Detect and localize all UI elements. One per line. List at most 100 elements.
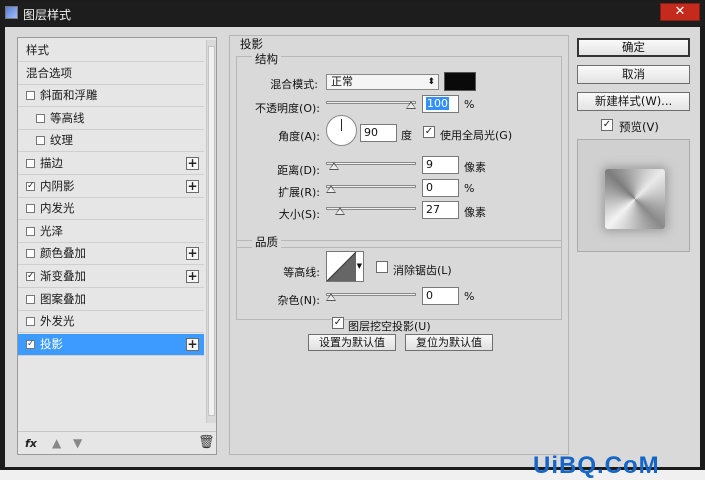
contour-picker[interactable]: ▼ [326, 251, 364, 282]
add-effect-icon[interactable]: + [186, 337, 199, 351]
knockout-checkbox[interactable]: ✓ [332, 317, 344, 329]
distance-slider[interactable] [326, 160, 416, 170]
noise-slider-knob[interactable] [326, 293, 336, 301]
spread-label: 扩展(R): [278, 186, 320, 199]
spread-input[interactable]: 0 [422, 179, 459, 197]
distance-slider-knob[interactable] [329, 162, 340, 170]
styles-list-scrollbar[interactable] [206, 40, 216, 423]
style-item[interactable]: 纹理 [18, 130, 204, 153]
style-item-checkbox[interactable] [26, 204, 35, 214]
style-item[interactable]: 图案叠加 [18, 289, 204, 311]
title-bar: 图层样式 ✕ [1, 1, 704, 26]
add-effect-icon[interactable]: + [186, 179, 199, 193]
preview-label: 预览(V) [619, 120, 659, 134]
cancel-button[interactable]: 取消 [577, 65, 690, 84]
shadow-color-swatch[interactable] [444, 72, 476, 91]
style-item[interactable]: 光泽 [18, 221, 204, 243]
watermark: UiBQ.CoM [533, 452, 660, 479]
add-effect-icon[interactable]: + [186, 270, 199, 283]
angle-dial[interactable] [326, 115, 357, 146]
style-item-checkbox[interactable] [26, 91, 35, 101]
dialog-body: 样式混合选项斜面和浮雕 等高线纹理描边 + ✓ 内阴影 + 内发光光泽 颜色叠加 + ✓ 渐变叠加 +… [5, 27, 700, 479]
blend-mode-select[interactable]: 正常 ⬍ [326, 74, 439, 90]
style-item[interactable]: 样式 [18, 40, 204, 62]
antialias-checkbox[interactable] [376, 261, 388, 273]
style-item[interactable]: ✓ 内阴影 + [18, 176, 204, 198]
style-item-checkbox[interactable] [26, 294, 35, 304]
style-item-checkbox[interactable] [26, 226, 35, 236]
styles-footer: fx ▲ ▼ 🗑 [18, 431, 216, 455]
trash-icon[interactable]: 🗑 [198, 435, 215, 450]
opacity-value: 100 [426, 97, 449, 110]
style-item-checkbox[interactable]: ✓ [26, 339, 35, 349]
style-item[interactable]: ✓ 投影 + [18, 333, 204, 356]
style-item[interactable]: ✓ 渐变叠加 + [18, 266, 204, 288]
style-item-label: 混合选项 [26, 65, 72, 80]
move-down-icon[interactable]: ▼ [73, 436, 82, 450]
styles-list: 样式混合选项斜面和浮雕 等高线纹理描边 + ✓ 内阴影 + 内发光光泽 颜色叠加 + ✓ 渐变叠加 +… [18, 38, 204, 423]
style-item[interactable]: 内发光 [18, 198, 204, 221]
blend-mode-label: 混合模式: [270, 78, 318, 91]
distance-input[interactable]: 9 [422, 156, 459, 174]
contour-dropdown-arrow-icon: ▼ [356, 262, 362, 270]
spread-slider[interactable] [326, 183, 416, 193]
style-item-checkbox[interactable] [26, 317, 35, 327]
size-slider[interactable] [326, 205, 416, 215]
style-item[interactable]: 混合选项 [18, 63, 204, 85]
noise-input[interactable]: 0 [422, 287, 459, 305]
style-item-label: 纹理 [50, 133, 73, 148]
drop-shadow-panel: 投影 结构 混合模式: 正常 ⬍ 不透明度(O): 100 % 角度(A): 90… [229, 35, 569, 455]
style-item-checkbox[interactable] [26, 249, 35, 259]
style-item-checkbox[interactable] [36, 136, 45, 146]
style-item[interactable]: 外发光 [18, 311, 204, 334]
blend-mode-value: 正常 [331, 75, 353, 88]
quality-group [236, 240, 562, 320]
set-default-button[interactable]: 设置为默认值 [308, 334, 396, 351]
style-item-label: 渐变叠加 [40, 269, 86, 283]
style-item-label: 外发光 [40, 314, 75, 329]
size-slider-knob[interactable] [334, 207, 345, 215]
quality-title: 品质 [252, 234, 281, 250]
new-style-button[interactable]: 新建样式(W)... [577, 92, 690, 111]
opacity-label: 不透明度(O): [255, 102, 320, 115]
style-item-checkbox[interactable]: ✓ [26, 181, 35, 191]
move-up-icon[interactable]: ▲ [52, 436, 61, 450]
style-item-checkbox[interactable]: ✓ [26, 272, 35, 281]
angle-label: 角度(A): [278, 130, 320, 143]
angle-unit: 度 [401, 129, 412, 142]
styles-list-panel: 样式混合选项斜面和浮雕 等高线纹理描边 + ✓ 内阴影 + 内发光光泽 颜色叠加 + ✓ 渐变叠加 +… [17, 37, 217, 455]
add-effect-icon[interactable]: + [186, 247, 199, 261]
add-effect-icon[interactable]: + [186, 157, 199, 170]
close-button[interactable]: ✕ [660, 3, 700, 21]
style-item-label: 图案叠加 [40, 291, 86, 306]
fx-menu-button[interactable]: fx [25, 437, 37, 450]
angle-input[interactable]: 90 [360, 124, 397, 142]
preview-checkbox[interactable]: ✓ [601, 119, 613, 131]
angle-dial-needle [341, 119, 342, 131]
style-item-checkbox[interactable] [26, 159, 35, 168]
global-light-checkbox[interactable]: ✓ [423, 126, 435, 138]
size-label: 大小(S): [278, 208, 320, 221]
style-item[interactable]: 颜色叠加 + [18, 243, 204, 266]
style-item[interactable]: 等高线 [18, 108, 204, 130]
opacity-slider[interactable] [326, 99, 416, 109]
spread-slider-knob[interactable] [326, 185, 336, 193]
preview-swatch [605, 169, 665, 229]
size-input[interactable]: 27 [422, 201, 459, 219]
style-item-label: 内发光 [40, 201, 75, 216]
ok-button[interactable]: 确定 [577, 38, 690, 57]
noise-unit: % [464, 290, 475, 303]
style-item[interactable]: 描边 + [18, 153, 204, 175]
style-item-checkbox[interactable] [36, 113, 45, 123]
style-preview [577, 139, 690, 252]
layer-style-dialog: 图层样式 ✕ 样式混合选项斜面和浮雕 等高线纹理描边 + ✓ 内阴影 + 内发光光泽 颜色叠加… [0, 0, 705, 479]
reset-default-button[interactable]: 复位为默认值 [405, 334, 493, 351]
opacity-input[interactable]: 100 [422, 95, 459, 113]
noise-slider[interactable] [326, 291, 416, 301]
distance-label: 距离(D): [277, 164, 320, 177]
opacity-slider-knob[interactable] [406, 101, 416, 109]
antialias-label: 消除锯齿(L) [393, 264, 452, 277]
style-item[interactable]: 斜面和浮雕 [18, 85, 204, 108]
contour-curve-icon [327, 252, 357, 281]
scrollbar-thumb[interactable] [208, 46, 215, 416]
